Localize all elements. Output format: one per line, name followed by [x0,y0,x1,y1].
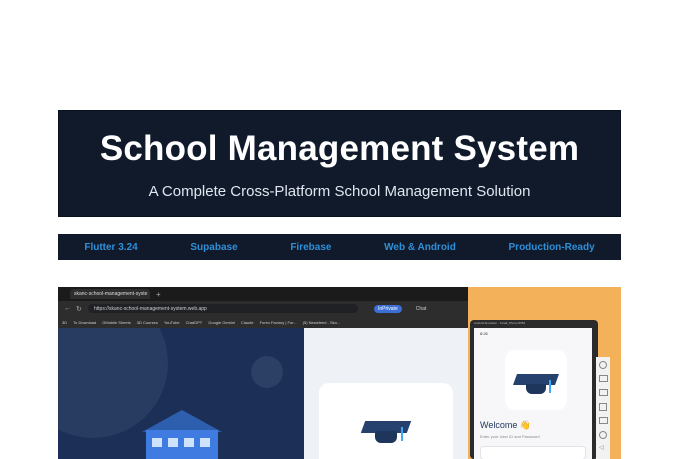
graduation-cap-icon [360,413,412,443]
decor-circle [251,356,283,388]
back-icon[interactable]: ← [64,305,71,312]
tag-supabase: Supabase [190,241,238,253]
tag-flutter: Flutter 3.24 [84,241,138,253]
login-illustration-panel [58,328,304,459]
browser-tabbar: skanc-school-management-syste + [58,287,468,301]
welcome-text: Welcome 👋 [480,420,532,430]
bookmark-item[interactable]: YouTube [164,320,180,325]
app-screenshot: skanc-school-management-syste + ← ↻ http… [58,287,621,459]
bookmark-item[interactable]: To Download [73,320,96,325]
school-building-icon [142,410,222,459]
emulator-title: Android Emulator - Small_Phone:5554 [474,321,526,325]
bookmark-item[interactable]: ChatGPT [186,320,203,325]
bookmark-item[interactable]: GMobile Sheets [102,320,130,325]
inprivate-badge[interactable]: InPrivate [374,304,402,313]
page-subtitle: A Complete Cross-Platform School Managem… [148,183,531,200]
browser-tab[interactable]: skanc-school-management-syste [70,289,150,299]
volume-down-icon[interactable] [599,389,608,396]
bookmark-item[interactable]: Google Gemini [208,320,235,325]
power-icon[interactable] [599,361,607,369]
emulator-side-toolbar: ◁ [596,357,610,459]
tab-title: skanc-school-management-syste [74,291,148,297]
phone-screen: 8:26 Welcome 👋 Enter your User ID and Pa… [474,328,592,459]
bookmark-item[interactable]: (5) Newsfeed - Sko... [303,320,341,325]
login-form-panel [304,328,468,459]
new-tab-icon[interactable]: + [156,290,161,299]
chat-button[interactable]: Chat [416,306,427,312]
rotate-icon[interactable] [599,403,607,411]
logo-card [319,383,453,459]
tech-tags-bar: Flutter 3.24 Supabase Firebase Web & And… [58,234,621,260]
page-title: School Management System [99,129,580,168]
bookmark-item[interactable]: Forex Factory | For... [260,320,297,325]
bookmark-item[interactable]: Claude [241,320,254,325]
bookmark-item[interactable]: 3D Courses [137,320,158,325]
zoom-icon[interactable] [599,431,607,439]
url-text: https://skanc-school-management-system.w… [94,305,207,312]
login-prompt: Enter your User ID and Password [480,434,540,439]
volume-up-icon[interactable] [599,375,608,382]
browser-urlbar: ← ↻ https://skanc-school-management-syst… [58,301,468,316]
tag-production-ready: Production-Ready [508,241,595,253]
graduation-cap-icon [512,368,560,394]
browser-window: skanc-school-management-syste + ← ↻ http… [58,287,468,459]
hero-banner: School Management System A Complete Cros… [58,110,621,217]
bookmark-item[interactable]: 3D [62,320,67,325]
url-field[interactable]: https://skanc-school-management-system.w… [88,304,358,313]
tag-web-android: Web & Android [384,241,456,253]
app-logo-tile [505,350,567,410]
back-icon[interactable]: ◁ [599,445,604,451]
refresh-icon[interactable]: ↻ [76,305,82,313]
user-id-field[interactable] [480,446,586,459]
tag-firebase: Firebase [290,241,332,253]
camera-icon[interactable] [599,417,608,424]
android-emulator: Android Emulator - Small_Phone:5554 8:26… [470,320,598,459]
status-time: 8:26 [480,331,488,336]
